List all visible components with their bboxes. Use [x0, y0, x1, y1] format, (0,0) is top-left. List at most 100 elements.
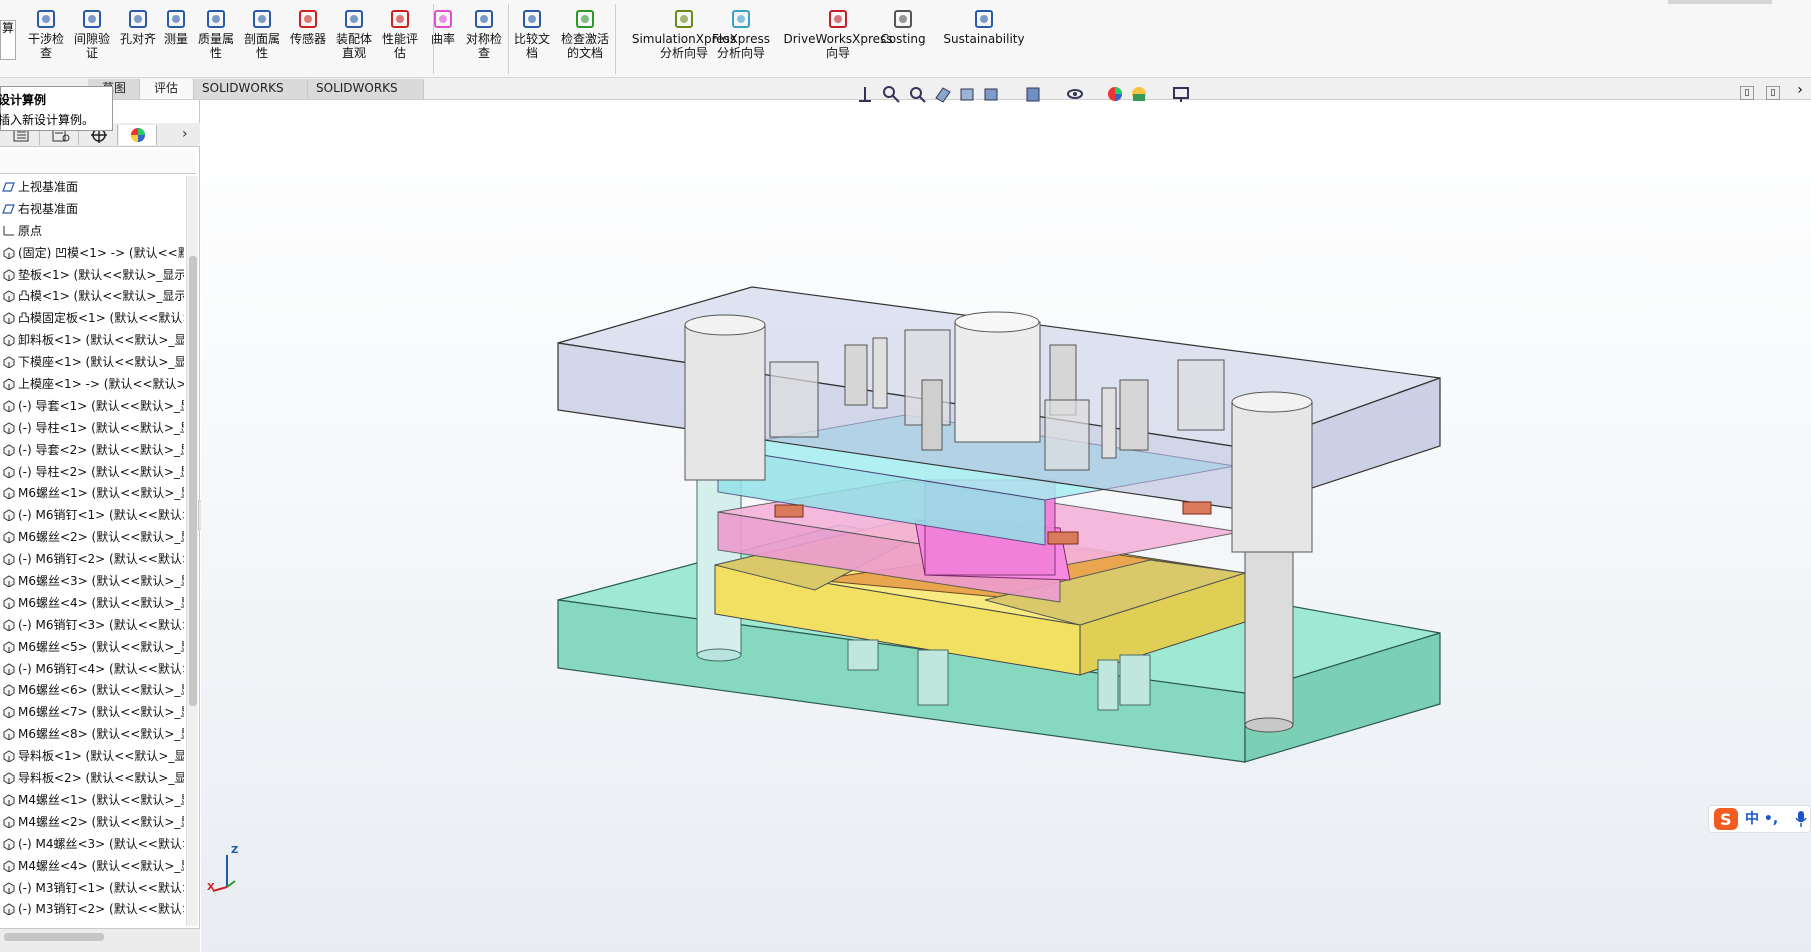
part-icon	[3, 465, 15, 478]
tree-item[interactable]: (-) M6销钉<1> (默认<<默认>	[0, 504, 184, 526]
ribbon-section-props-button[interactable]: 剖面属 性	[240, 4, 284, 60]
tree-item[interactable]: 导料板<2> (默认<<默认>_显示	[0, 767, 184, 789]
ribbon-mass-props-button[interactable]: 质量属 性	[194, 4, 238, 60]
tree-item[interactable]: (-) M4螺丝<3> (默认<<默认>	[0, 833, 184, 855]
tree-item-label: M6螺丝<1> (默认<<默认>_显	[18, 486, 184, 501]
tree-item[interactable]: (-) M3销钉<1> (默认<<默认>	[0, 877, 184, 899]
graphics-viewport[interactable]: Z X	[201, 100, 1811, 952]
section-view-icon[interactable]	[933, 84, 953, 104]
screw-8	[1177, 359, 1225, 431]
tree-item[interactable]: M6螺丝<6> (默认<<默认>_显	[0, 679, 184, 701]
tree-item[interactable]: M4螺丝<4> (默认<<默认>_显	[0, 855, 184, 877]
ribbon-sustainability-button[interactable]: Sustainability	[940, 4, 1028, 46]
tooltip-design-study: 设计算例 插入新设计算例。	[0, 86, 113, 131]
display-style-icon[interactable]	[1023, 84, 1043, 104]
ribbon-sensor-button[interactable]: 传感器	[286, 4, 330, 46]
edit-appearance-icon[interactable]	[1105, 84, 1125, 104]
ribbon-separator	[615, 4, 616, 74]
tab-solidworks-addins[interactable]: SOLIDWORKS 插件	[194, 79, 308, 114]
tree-item[interactable]: M6螺丝<1> (默认<<默认>_显	[0, 482, 184, 504]
viewport-max-icon[interactable]: ▯	[1766, 86, 1780, 100]
tree-item[interactable]: 下模座<1> (默认<<默认>_显	[0, 351, 184, 373]
tree-item[interactable]: (-) M6销钉<3> (默认<<默认>	[0, 614, 184, 636]
tree-item[interactable]: 原点	[0, 220, 184, 242]
tree-item[interactable]: M6螺丝<8> (默认<<默认>_显	[0, 723, 184, 745]
ribbon-symmetry-check-button[interactable]: 对称检 查	[462, 4, 506, 60]
panel-horizontal-scrollbar[interactable]	[4, 933, 104, 941]
ribbon-compare-docs-button[interactable]: 比较文 档	[510, 4, 554, 60]
heads-up-view-toolbar	[855, 84, 1215, 104]
display-manager-tab[interactable]	[119, 125, 157, 145]
tree-item[interactable]: M6螺丝<4> (默认<<默认>_显	[0, 592, 184, 614]
tree-item[interactable]: 上模座<1> -> (默认<<默认>_	[0, 373, 184, 395]
tab-solidworks-mbd[interactable]: SOLIDWORKS MBD	[308, 79, 424, 114]
part-icon	[3, 378, 15, 391]
previous-view-icon[interactable]	[907, 84, 927, 104]
view-orientation-icon[interactable]	[981, 84, 1001, 104]
tree-scrollbar[interactable]	[186, 176, 198, 926]
tree-item[interactable]: 上视基准面	[0, 176, 184, 198]
ribbon-left-fragment[interactable]: 算	[0, 20, 16, 60]
tree-item-label: (-) M6销钉<4> (默认<<默认>	[18, 661, 184, 676]
viewport-scroll-right[interactable]: ›	[1790, 82, 1810, 102]
ribbon-assembly-visualization-button[interactable]: 装配体 直观	[332, 4, 376, 60]
assembly-visualization-icon	[345, 10, 363, 28]
floxpress-icon	[732, 10, 750, 28]
tree-item[interactable]: 导料板<1> (默认<<默认>_显示	[0, 745, 184, 767]
tree-item-label: 凸模<1> (默认<<默认>_显示	[18, 289, 184, 304]
ime-status-bar[interactable]: S 中 •,	[1708, 805, 1811, 833]
tree-item[interactable]: 右视基准面	[0, 198, 184, 220]
lower-pin-3	[1097, 659, 1119, 711]
ribbon-performance-eval-button[interactable]: 性能评 估	[378, 4, 422, 60]
dynamic-annotation-icon[interactable]	[957, 84, 977, 104]
tree-scrollbar-thumb[interactable]	[189, 256, 197, 706]
zoom-to-fit-icon[interactable]	[855, 84, 875, 104]
tree-item[interactable]: M4螺丝<2> (默认<<默认>_显	[0, 811, 184, 833]
tree-item[interactable]: (-) 导柱<2> (默认<<默认>_显	[0, 461, 184, 483]
hide-show-items-icon[interactable]	[1065, 84, 1085, 104]
tree-item[interactable]: (-) 导套<1> (默认<<默认>_显	[0, 395, 184, 417]
tree-item[interactable]: M6螺丝<5> (默认<<默认>_显	[0, 636, 184, 658]
ribbon-clearance-verify-button[interactable]: 间隙验 证	[70, 4, 114, 60]
ribbon-measure-button[interactable]: 测量	[160, 4, 192, 46]
tree-filter-area[interactable]	[0, 150, 196, 174]
measure-icon	[167, 10, 185, 28]
tree-item[interactable]: 垫板<1> (默认<<默认>_显示	[0, 264, 184, 286]
tree-item[interactable]: 卸料板<1> (默认<<默认>_显	[0, 329, 184, 351]
guide-bush-left-top	[684, 314, 766, 336]
tree-item[interactable]: M6螺丝<3> (默认<<默认>_显	[0, 570, 184, 592]
ribbon-costing-button[interactable]: Costing	[868, 4, 938, 46]
tree-item[interactable]: (-) M3销钉<2> (默认<<默认>	[0, 898, 184, 920]
tree-item-label: (-) M4螺丝<3> (默认<<默认>	[18, 836, 184, 851]
tree-item[interactable]: (固定) 凹模<1> -> (默认<<默	[0, 242, 184, 264]
ribbon-floxpress-button[interactable]: FloXpress 分析向导	[706, 4, 776, 60]
apply-scene-icon[interactable]	[1129, 84, 1149, 104]
interference-check-icon	[37, 10, 55, 28]
tree-item[interactable]: M6螺丝<2> (默认<<默认>_显	[0, 526, 184, 548]
viewport-restore-icon[interactable]: ▯	[1740, 86, 1754, 100]
tree-item-label: 下模座<1> (默认<<默认>_显	[18, 355, 184, 370]
tree-item[interactable]: M4螺丝<1> (默认<<默认>_显	[0, 789, 184, 811]
tree-item-label: (-) 导套<1> (默认<<默认>_显	[18, 398, 184, 413]
tree-item-label: 导料板<1> (默认<<默认>_显示	[18, 749, 184, 764]
tab-evaluate[interactable]: 评估	[140, 79, 194, 99]
tree-item-label: (-) 导柱<2> (默认<<默认>_显	[18, 464, 184, 479]
view-settings-icon[interactable]	[1171, 84, 1191, 104]
microphone-icon[interactable]	[1794, 810, 1808, 828]
tree-item-label: 卸料板<1> (默认<<默认>_显	[18, 333, 184, 348]
zoom-to-area-icon[interactable]	[881, 84, 901, 104]
tree-item[interactable]: (-) 导柱<1> (默认<<默认>_显	[0, 417, 184, 439]
tree-item[interactable]: (-) 导套<2> (默认<<默认>_显	[0, 439, 184, 461]
panel-expand-arrow-icon[interactable]: ›	[182, 126, 196, 144]
ribbon-curvature-button[interactable]: 曲率	[426, 4, 460, 46]
tree-item[interactable]: 凸模<1> (默认<<默认>_显示	[0, 285, 184, 307]
sustainability-icon	[975, 10, 993, 28]
tree-item[interactable]: 凸模固定板<1> (默认<<默认>	[0, 307, 184, 329]
ribbon-check-active-doc-button[interactable]: 检查激活 的文档	[556, 4, 614, 60]
feature-tree: 上视基准面 右视基准面 原点 (固定) 凹模<1> -> (默认<<默 垫板<1> (默…	[0, 176, 184, 924]
tree-item[interactable]: (-) M6销钉<4> (默认<<默认>	[0, 658, 184, 680]
tree-item[interactable]: M6螺丝<7> (默认<<默认>_显	[0, 701, 184, 723]
ribbon-hole-align-button[interactable]: 孔对齐	[116, 4, 160, 46]
tree-item[interactable]: (-) M6销钉<2> (默认<<默认>	[0, 548, 184, 570]
ribbon-interference-check-button[interactable]: 干涉检 查	[24, 4, 68, 60]
